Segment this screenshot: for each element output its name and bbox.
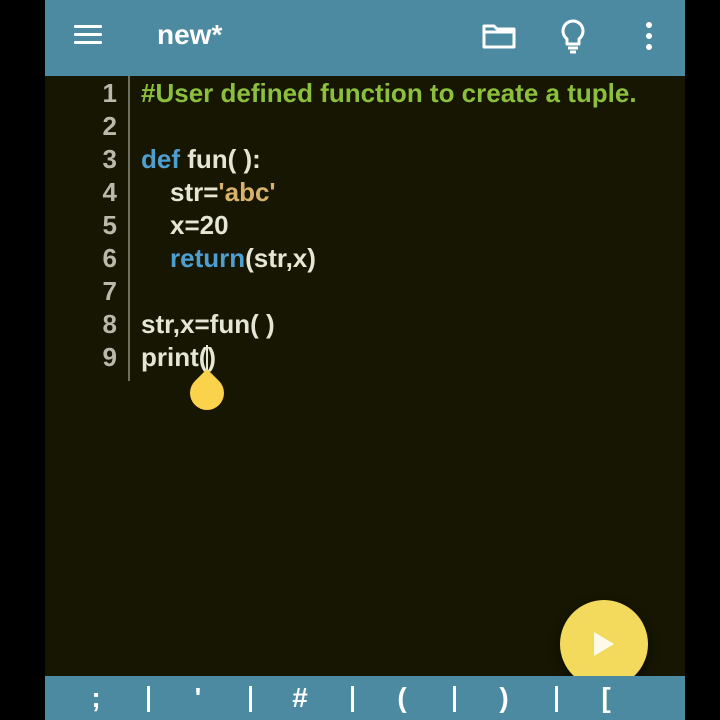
run-button[interactable] [560, 600, 648, 688]
line-number: 3 [102, 144, 117, 174]
code-line[interactable]: 3 def fun( ): [45, 143, 685, 176]
file-title: new* [157, 19, 223, 50]
line-number: 1 [102, 78, 117, 108]
code-token: print( [141, 342, 208, 372]
code-token: x=20 [170, 210, 229, 240]
code-line[interactable]: 7 [45, 275, 685, 308]
code-text: str,x=fun( ) [141, 308, 275, 341]
symbol-key[interactable]: ) [453, 676, 555, 720]
hamburger-menu-icon[interactable] [71, 22, 105, 52]
code-token: fun( ): [180, 144, 261, 174]
code-token: str,x=fun( ) [141, 309, 275, 339]
cursor-handle-icon[interactable] [182, 368, 232, 418]
symbol-key[interactable]: ; [45, 676, 147, 720]
code-line[interactable]: 2 [45, 110, 685, 143]
symbol-keybar: ; ' #()[ [45, 676, 685, 720]
code-editor[interactable]: 1 #User defined function to create a tupl… [45, 76, 685, 676]
play-icon [594, 632, 614, 656]
code-line[interactable]: 5 x=20 [45, 209, 685, 242]
line-number: 8 [102, 309, 117, 339]
code-line[interactable]: 6 return(str,x) [45, 242, 685, 275]
symbol-key[interactable]: ' [147, 676, 249, 720]
code-text: def fun( ): [141, 143, 261, 176]
line-number: 7 [102, 276, 117, 306]
code-token: #User defined function to create a tuple… [141, 78, 637, 108]
folder-icon[interactable] [479, 16, 519, 56]
lightbulb-icon[interactable] [553, 16, 593, 56]
code-token: def [141, 144, 180, 174]
code-token: 'abc' [218, 177, 276, 207]
editor-screen: new* 1#User defined function to create [45, 0, 685, 720]
line-number: 6 [102, 243, 117, 273]
code-token: (str,x) [245, 243, 316, 273]
code-token: return [170, 243, 246, 273]
code-text: print() [141, 341, 216, 374]
code-token: str= [170, 177, 219, 207]
code-text: str='abc' [170, 176, 276, 209]
line-number: 2 [102, 111, 117, 141]
line-number: 4 [102, 177, 117, 207]
line-number: 5 [102, 210, 117, 240]
code-text: return(str,x) [170, 242, 316, 275]
code-line[interactable]: 4 str='abc' [45, 176, 685, 209]
code-line[interactable]: 1 #User defined function to create a tupl… [45, 77, 685, 110]
code-text: x=20 [170, 209, 229, 242]
code-line[interactable]: 9 print() [45, 341, 685, 374]
symbol-key[interactable]: # [249, 676, 351, 720]
app-bar: new* [45, 0, 685, 76]
code-text: #User defined function to create a tuple… [141, 77, 637, 110]
code-line[interactable]: 8 str,x=fun( ) [45, 308, 685, 341]
symbol-key[interactable]: [ [555, 676, 657, 720]
line-number: 9 [102, 342, 117, 372]
code-token: ) [207, 342, 217, 372]
more-vert-icon[interactable] [629, 16, 669, 56]
symbol-key[interactable]: ( [351, 676, 453, 720]
